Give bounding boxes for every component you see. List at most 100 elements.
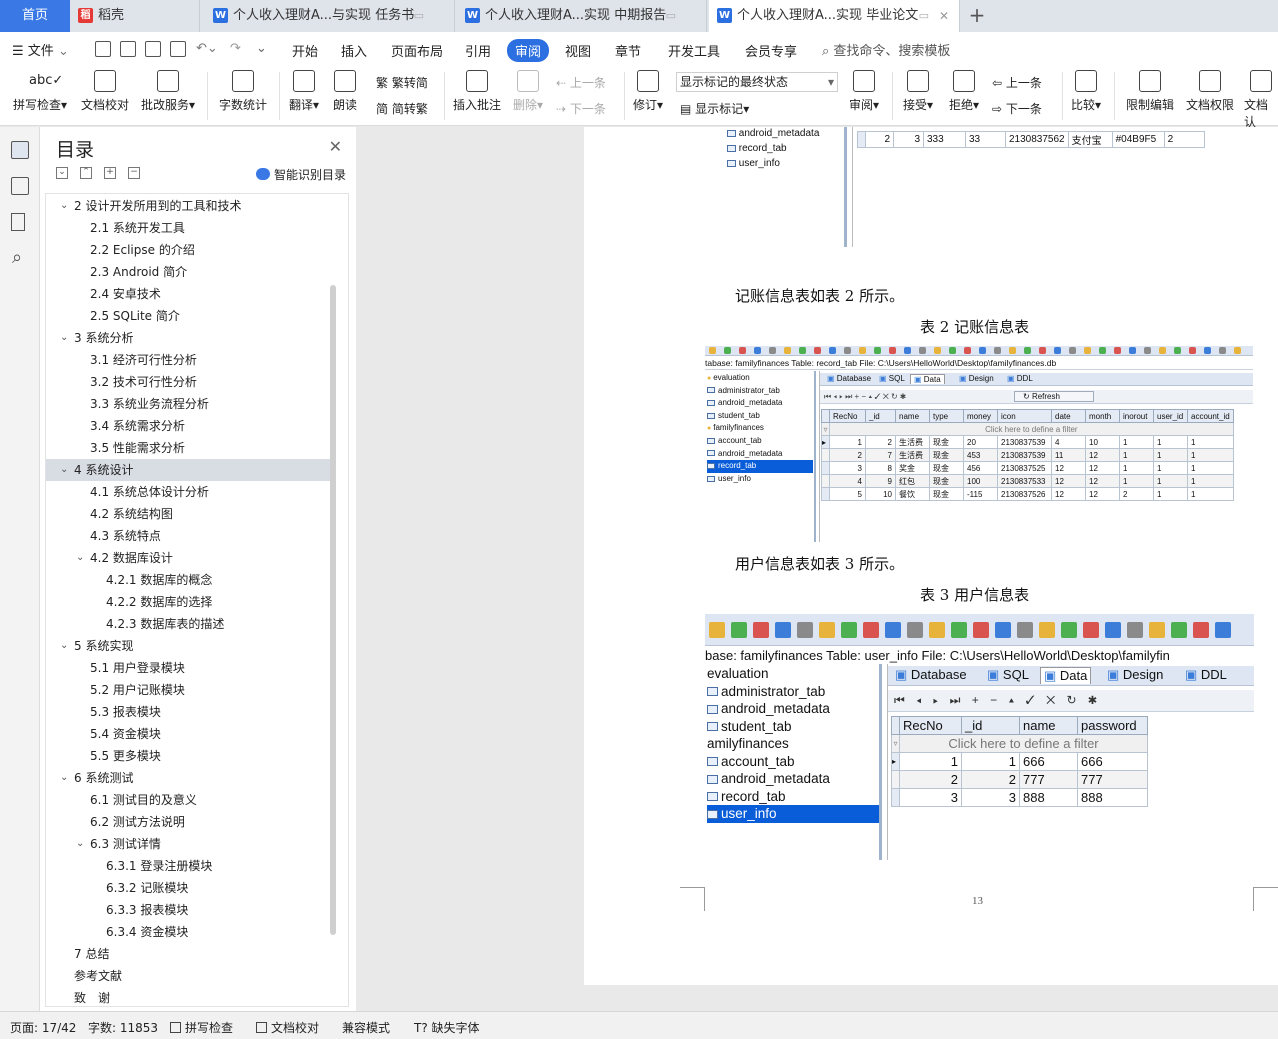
tree-item[interactable]: user_info	[707, 473, 813, 486]
column-header[interactable]: RecNo	[899, 716, 962, 735]
db-tab-data[interactable]: ▣ Data	[910, 374, 945, 384]
db-toolbar-icon[interactable]	[841, 622, 857, 638]
db-toolbar-icon[interactable]	[1083, 622, 1099, 638]
table-cell[interactable]: 1	[1187, 435, 1234, 449]
table-row[interactable]: ▸ 1 2 生活费 现金 20 2130837539 4 10 1 1 1	[821, 435, 1234, 449]
tab-start[interactable]: 开始	[292, 41, 318, 60]
table-cell[interactable]: 奖金	[895, 461, 930, 475]
toc-item[interactable]: ⌄ 5 系统实现	[46, 635, 330, 657]
table-cell[interactable]: 1	[1119, 461, 1154, 475]
db-toolbar-icon[interactable]	[1114, 347, 1121, 354]
db-toolbar-icon[interactable]	[1054, 347, 1061, 354]
simp-to-trad-button[interactable]: 简 简转繁	[376, 100, 428, 117]
column-header[interactable]: icon	[997, 409, 1052, 423]
db-toolbar-icon[interactable]	[753, 622, 769, 638]
chevron-down-icon[interactable]: ⌄	[76, 833, 84, 855]
db-toolbar-icon[interactable]	[769, 347, 776, 354]
db-toolbar-icon[interactable]	[951, 622, 967, 638]
db-tab-sql[interactable]: ▣ SQL	[876, 374, 908, 383]
db-toolbar-icon[interactable]	[1149, 622, 1165, 638]
accept-button[interactable]: 接受▾	[900, 70, 936, 113]
table-cell[interactable]: 2	[829, 448, 866, 462]
next-change-button[interactable]: ⇨ 下一条	[992, 100, 1042, 117]
next-comment-button[interactable]: ⇢ 下一条	[556, 100, 606, 117]
db-toolbar-icon[interactable]	[1204, 347, 1211, 354]
close-icon[interactable]: ✕	[939, 0, 949, 32]
chevron-down-icon[interactable]: ⌄	[60, 767, 68, 789]
tree-item[interactable]: account_tab	[707, 435, 813, 448]
toc-item[interactable]: 4.2.2 数据库的选择	[46, 591, 330, 613]
filter-row[interactable]: ▿ Click here to define a filter	[821, 422, 1234, 436]
insert-comment-button[interactable]: 插入批注	[452, 70, 502, 113]
tree-item[interactable]: evaluation	[707, 665, 879, 683]
db-toolbar-icon[interactable]	[797, 622, 813, 638]
tab-page-layout[interactable]: 页面布局	[391, 41, 443, 60]
toc-item[interactable]: 2.5 SQLite 简介	[46, 305, 330, 327]
table-cell[interactable]: 10	[865, 487, 896, 501]
word-count-indicator[interactable]: 字数: 11853	[88, 1019, 158, 1036]
table-row[interactable]: 4 9 红包 现金 100 2130837533 12 12 1 1 1	[821, 474, 1234, 488]
file-menu[interactable]: ☰ 文件 ⌄	[12, 40, 69, 59]
markup-state-select[interactable]: 显示标记的最终状态 ▾	[676, 72, 838, 92]
annotate-service-button[interactable]: 批改服务▾	[138, 70, 198, 113]
db-toolbar-icon[interactable]	[1215, 622, 1231, 638]
tab-daoke[interactable]: 稻 稻壳	[70, 0, 200, 32]
db-toolbar-icon[interactable]	[919, 347, 926, 354]
print-icon[interactable]	[145, 41, 161, 57]
table-cell[interactable]: 3	[899, 788, 962, 807]
table-cell[interactable]: 现金	[929, 461, 964, 475]
table-cell[interactable]: -115	[963, 487, 998, 501]
navigator-buttons[interactable]: ⏮ ◂ ▸ ⏭ + − ▴ ✓ ✕ ↻ ✱	[824, 392, 906, 402]
chevron-down-icon[interactable]: ⌄	[76, 547, 84, 569]
read-aloud-button[interactable]: 朗读	[330, 70, 360, 113]
toc-item[interactable]: 4.3 系统特点	[46, 525, 330, 547]
db-toolbar-icon[interactable]	[784, 347, 791, 354]
undo-icon[interactable]: ↶⌄	[196, 41, 218, 56]
db-toolbar-icon[interactable]	[949, 347, 956, 354]
expand-all-icon[interactable]: ⌄	[56, 167, 68, 179]
table-cell[interactable]: 2130837525	[997, 461, 1052, 475]
tab-review[interactable]: 审阅	[507, 39, 550, 62]
proofread-button[interactable]: 文档校对	[78, 70, 132, 113]
table-cell[interactable]: 2	[899, 770, 962, 789]
table-cell[interactable]: 1	[1153, 487, 1188, 501]
doc-permission-button[interactable]: 文档权限	[1184, 70, 1236, 113]
db-toolbar-icon[interactable]	[1061, 622, 1077, 638]
db-toolbar-icon[interactable]	[1039, 622, 1055, 638]
export-pdf-icon[interactable]	[120, 41, 136, 57]
table-cell[interactable]: 3	[961, 788, 1020, 807]
tree-item[interactable]: administrator_tab	[707, 683, 879, 701]
table-cell[interactable]: 1	[1153, 474, 1188, 488]
tab-developer[interactable]: 开发工具	[668, 41, 720, 60]
navigator-buttons[interactable]: ⏮ ◂ ▸ ⏭ + − ▴ ✓ ✕ ↻ ✱	[894, 693, 1101, 708]
column-header[interactable]: name	[895, 409, 930, 423]
close-icon[interactable]: ✕	[329, 137, 342, 156]
table-cell[interactable]: 12	[1085, 448, 1120, 462]
toc-item[interactable]: 6.3.1 登录注册模块	[46, 855, 330, 877]
compare-button[interactable]: 比较▾	[1068, 70, 1104, 113]
table-cell[interactable]: 456	[963, 461, 998, 475]
table-cell[interactable]: 12	[1085, 474, 1120, 488]
column-header[interactable]: _id	[961, 716, 1020, 735]
toc-item[interactable]: 2.3 Android 简介	[46, 261, 330, 283]
column-header[interactable]: name	[1019, 716, 1078, 735]
db-tab-ddl[interactable]: ▣ DDL	[1004, 374, 1036, 383]
toc-item[interactable]: 3.5 性能需求分析	[46, 437, 330, 459]
refresh-button[interactable]: ↻ Refresh	[1014, 391, 1094, 402]
collapse-level-icon[interactable]: −	[128, 167, 140, 179]
tab-home[interactable]: 首页	[0, 0, 70, 32]
table-cell[interactable]: 2130837539	[997, 435, 1052, 449]
table-row[interactable]: 3 3 888 888	[891, 788, 1148, 807]
tree-item[interactable]: administrator_tab	[707, 385, 813, 398]
toc-item[interactable]: 3.2 技术可行性分析	[46, 371, 330, 393]
quick-access-more-icon[interactable]: ⌄	[256, 41, 267, 56]
table-cell[interactable]: 1	[961, 752, 1020, 771]
db-toolbar-icon[interactable]	[724, 347, 731, 354]
db-toolbar-icon[interactable]	[863, 622, 879, 638]
table-cell[interactable]: 1	[1119, 448, 1154, 462]
db-toolbar-icon[interactable]	[929, 622, 945, 638]
table-cell[interactable]: 2	[865, 435, 896, 449]
db-toolbar-icon[interactable]	[1084, 347, 1091, 354]
db-tab-ddl[interactable]: ▣ DDL	[1182, 667, 1230, 683]
table-cell[interactable]: 现金	[929, 448, 964, 462]
